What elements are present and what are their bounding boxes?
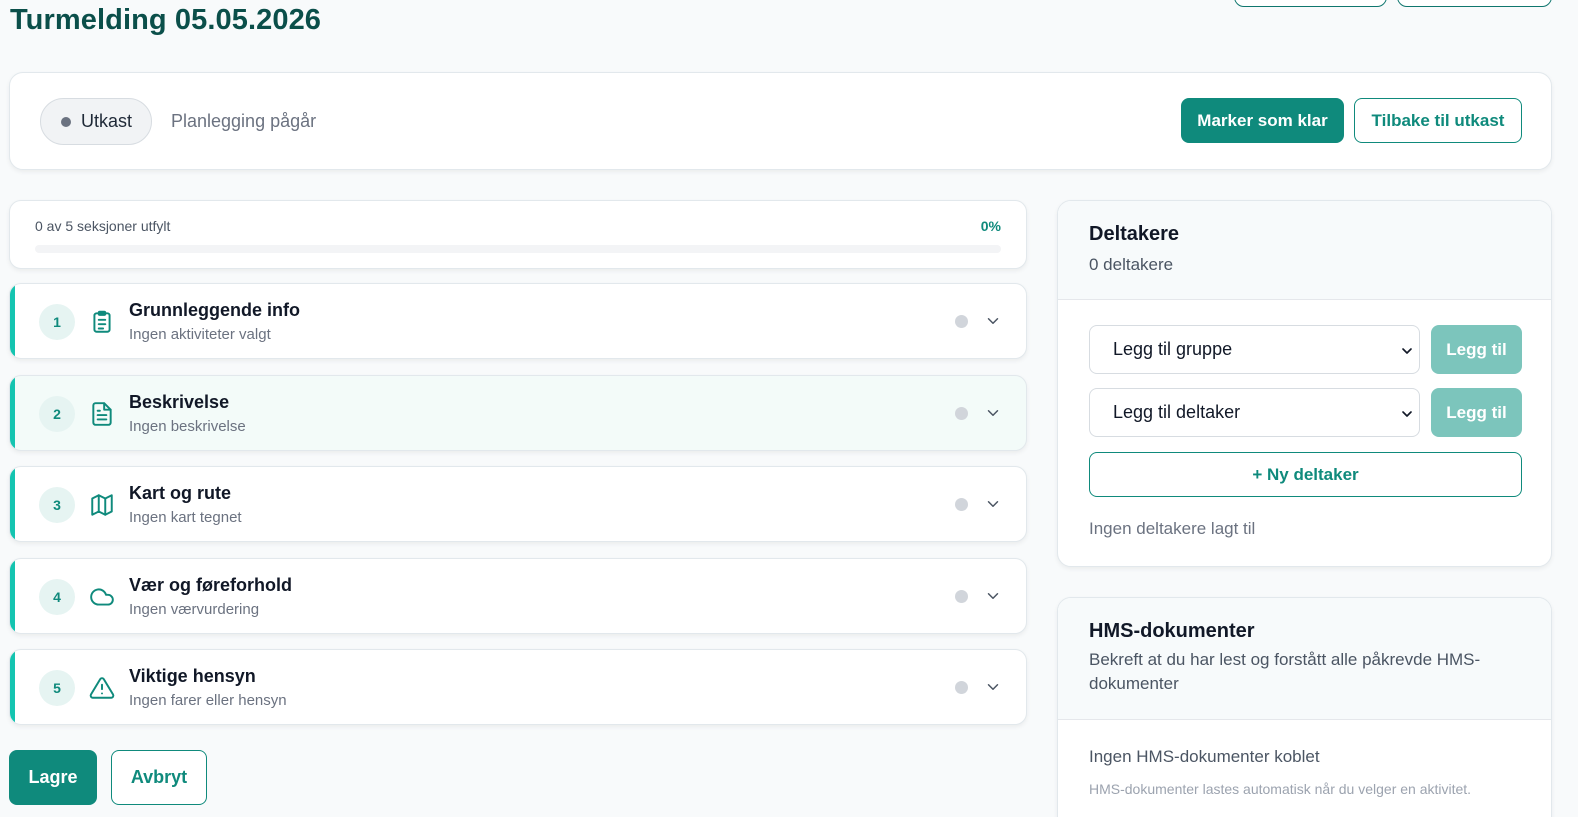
mark-ready-button[interactable]: Marker som klar [1181, 98, 1344, 143]
section-subtitle: Ingen kart tegnet [129, 509, 242, 526]
group-select[interactable]: Legg til gruppe [1089, 325, 1420, 374]
chevron-down-icon[interactable] [984, 678, 1002, 696]
progress-label: 0 av 5 seksjoner utfylt [35, 218, 171, 234]
status-badge: Utkast [40, 98, 152, 145]
section-subtitle: Ingen farer eller hensyn [129, 692, 287, 709]
section-title: Beskrivelse [129, 392, 230, 412]
cancel-button[interactable]: Avbryt [111, 750, 207, 805]
document-icon [92, 402, 112, 426]
top-action-button-1[interactable] [1234, 0, 1387, 7]
progress-percent: 0% [980, 218, 1001, 234]
page-title: Turmelding 05.05.2026 [10, 4, 322, 36]
section-number: 1 [39, 304, 75, 340]
section-number: 3 [39, 487, 75, 523]
chevron-down-icon[interactable] [984, 587, 1002, 605]
section-title: Viktige hensyn [129, 666, 256, 686]
hms-header: HMS-dokumenter Bekreft at du har lest og… [1058, 598, 1551, 720]
section-vaer-og-foreforhold[interactable]: 4 Vær og føreforhold Ingen værvurdering [9, 558, 1027, 634]
section-viktige-hensyn[interactable]: 5 Viktige hensyn Ingen farer eller hensy… [9, 649, 1027, 725]
section-beskrivelse[interactable]: 2 Beskrivelse Ingen beskrivelse [9, 375, 1027, 451]
warning-icon [89, 677, 115, 699]
clipboard-icon [93, 310, 111, 333]
status-text: Planlegging pågår [171, 111, 317, 131]
status-dot-icon [61, 116, 71, 127]
save-button[interactable]: Lagre [9, 750, 97, 805]
section-number: 4 [39, 579, 75, 615]
section-title: Vær og føreforhold [129, 575, 292, 595]
status-dot-icon [955, 590, 968, 603]
hms-title: HMS-dokumenter [1089, 620, 1255, 642]
participant-select[interactable]: Legg til deltaker [1089, 388, 1420, 437]
section-number: 2 [39, 396, 75, 432]
chevron-down-icon [1402, 348, 1412, 354]
section-title: Grunnleggende info [129, 300, 300, 320]
participants-header: Deltakere 0 deltakere [1058, 201, 1551, 300]
section-subtitle: Ingen aktiviteter valgt [129, 326, 271, 343]
group-select-value: Legg til gruppe [1113, 339, 1233, 359]
status-card: Utkast Planlegging pågår Marker som klar… [9, 72, 1552, 170]
status-dot-icon [955, 315, 968, 328]
status-dot-icon [955, 407, 968, 420]
map-icon [91, 494, 113, 516]
add-group-button[interactable]: Legg til [1431, 325, 1522, 374]
chevron-down-icon[interactable] [984, 312, 1002, 330]
back-to-draft-button[interactable]: Tilbake til utkast [1354, 98, 1522, 143]
status-badge-label: Utkast [81, 111, 133, 131]
participant-select-value: Legg til deltaker [1113, 402, 1241, 422]
participants-count: 0 deltakere [1089, 255, 1174, 274]
add-participant-button[interactable]: Legg til [1431, 388, 1522, 437]
section-number: 5 [39, 670, 75, 706]
participants-card: Deltakere 0 deltakere Legg til gruppe Le… [1057, 200, 1552, 567]
hms-subtitle: Bekreft at du har lest og forstått alle … [1089, 650, 1481, 693]
participants-title: Deltakere [1089, 223, 1180, 245]
chevron-down-icon[interactable] [984, 404, 1002, 422]
cloud-icon [90, 588, 114, 606]
new-participant-button[interactable]: + Ny deltaker [1089, 452, 1522, 497]
participants-empty-text: Ingen deltakere lagt til [1089, 519, 1256, 538]
section-title: Kart og rute [129, 483, 232, 503]
progress-bar [35, 245, 1001, 253]
status-dot-icon [955, 681, 968, 694]
hms-card: HMS-dokumenter Bekreft at du har lest og… [1057, 597, 1552, 817]
section-subtitle: Ingen værvurdering [129, 601, 260, 618]
progress-card: 0 av 5 seksjoner utfylt 0% [9, 200, 1027, 269]
section-subtitle: Ingen beskrivelse [129, 418, 246, 435]
section-kart-og-rute[interactable]: 3 Kart og rute Ingen kart tegnet [9, 466, 1027, 542]
top-action-button-2[interactable] [1397, 0, 1552, 7]
section-grunnleggende-info[interactable]: 1 Grunnleggende info Ingen aktiviteter v… [9, 283, 1027, 359]
chevron-down-icon [1402, 411, 1412, 417]
hms-empty-text: Ingen HMS-dokumenter koblet [1089, 747, 1320, 766]
chevron-down-icon[interactable] [984, 495, 1002, 513]
status-dot-icon [955, 498, 968, 511]
hms-note: HMS-dokumenter lastes automatisk når du … [1089, 781, 1472, 797]
